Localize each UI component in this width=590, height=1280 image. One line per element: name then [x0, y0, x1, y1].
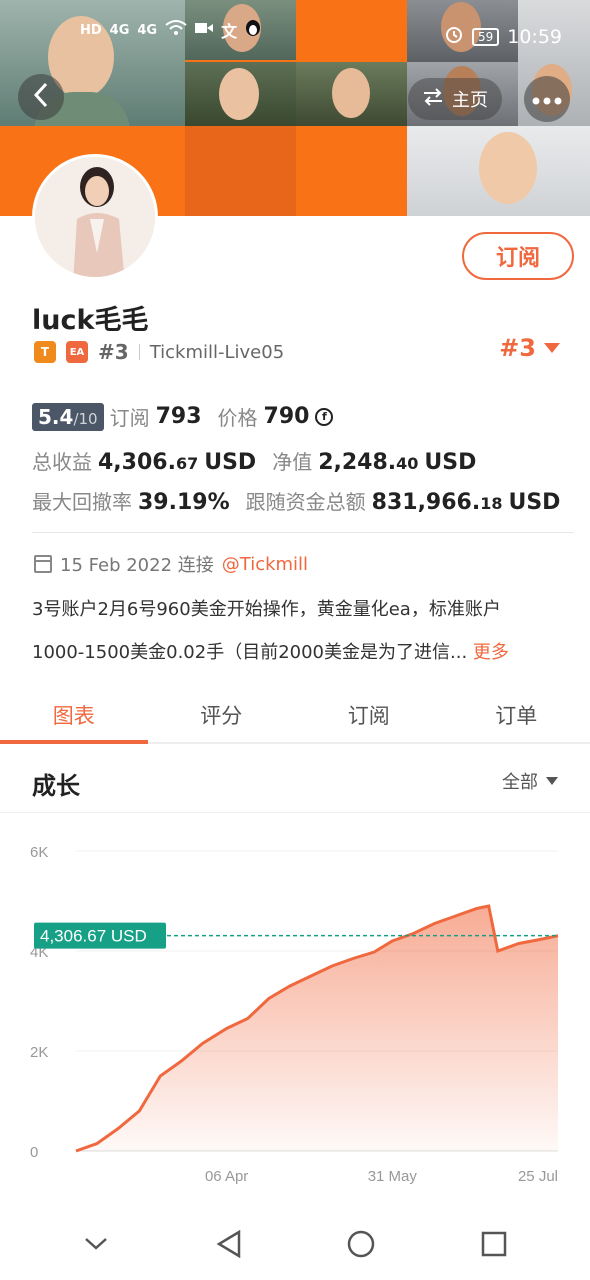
follow-funds-unit: USD: [508, 490, 561, 515]
server-name: Tickmill-Live05: [149, 341, 285, 363]
description-line-2: 1000-1500美金0.02手（目前2000美金是为了进信... 更多: [32, 631, 572, 674]
price-label: 价格: [217, 406, 258, 430]
status-icons: HD 4G 4G 文: [80, 18, 261, 42]
divider: [138, 344, 140, 360]
signal-icon: 4G: [137, 22, 158, 38]
divider: [32, 532, 574, 533]
range-filter-label: 全部: [502, 772, 538, 793]
tab-orders[interactable]: 订单: [443, 688, 590, 742]
follow-funds-int: 831,966.: [371, 490, 481, 515]
score-value: 5.4: [38, 404, 74, 429]
y-tick-label: 6K: [30, 844, 48, 861]
x-tick-label: 06 Apr: [205, 1168, 248, 1185]
follow-funds-dec: 18: [480, 494, 503, 513]
back-button[interactable]: [18, 74, 64, 120]
avatar-portrait: [35, 157, 155, 277]
more-dots-icon: [532, 90, 562, 109]
subscribe-button[interactable]: 订阅: [462, 232, 574, 280]
current-value-tag: 4,306.67 USD: [34, 922, 166, 949]
stats-row-1: 5.4 /10 订阅 793 价格 790 f: [32, 402, 334, 431]
price-value: 790: [263, 404, 310, 429]
more-link[interactable]: 更多: [473, 642, 509, 663]
username: luck毛毛: [32, 305, 149, 336]
home-circle-icon: [348, 1230, 375, 1258]
battery-indicator: 59: [471, 27, 500, 46]
recents-square-icon: [481, 1231, 506, 1257]
equity-unit: USD: [424, 450, 477, 475]
alarm-icon: [444, 24, 464, 49]
y-tick-label: 0: [30, 1144, 38, 1161]
equity-label: 净值: [272, 450, 313, 474]
follow-funds-label: 跟随资金总额: [245, 490, 366, 514]
home-button[interactable]: 主页: [408, 78, 502, 120]
broker-link[interactable]: @Tickmill: [222, 554, 308, 575]
subs-label: 订阅: [109, 406, 150, 430]
back-triangle-icon: [216, 1229, 240, 1259]
subs-value: 793: [155, 404, 202, 429]
nav-recents-button[interactable]: [474, 1224, 514, 1264]
description-line: 1000-1500美金0.02手（目前2000美金是为了进信...: [32, 642, 468, 663]
badge-t[interactable]: T: [34, 341, 56, 363]
range-filter[interactable]: 全部: [502, 768, 558, 794]
nav-home-button[interactable]: [341, 1224, 381, 1264]
total-profit-int: 4,306.: [98, 450, 176, 475]
score-badge: 5.4 /10: [32, 402, 104, 431]
total-profit-dec: 67: [175, 454, 199, 473]
chevron-down-icon: [85, 1238, 108, 1250]
rank-value: #3: [499, 334, 536, 362]
coin-icon: f: [315, 407, 334, 426]
wifi-icon: [165, 20, 187, 40]
connected-since: 15 Feb 2022 连接 @Tickmill: [34, 551, 308, 577]
stats-row-2: 总收益 4,306. 67 USD 净值 2,248. 40 USD: [32, 446, 476, 475]
total-profit-unit: USD: [204, 450, 257, 475]
swap-icon: [422, 87, 444, 111]
caret-down-icon: [546, 777, 558, 785]
growth-title: 成长: [32, 772, 80, 800]
total-profit-label: 总收益: [32, 450, 92, 474]
x-tick-label: 25 Jul: [518, 1168, 558, 1185]
tab-subscriptions[interactable]: 订阅: [295, 688, 443, 742]
connected-date: 15 Feb 2022 连接: [60, 555, 214, 576]
growth-chart[interactable]: 6K 4K 2K 0 06 Apr 31 May 25 Jul 4,306.67 USD: [0, 812, 590, 1202]
drawdown-label: 最大回撤率: [32, 490, 132, 514]
score-max: /10: [73, 409, 98, 428]
y-tick-label: 2K: [30, 1044, 48, 1061]
rank-small: #3: [98, 340, 129, 364]
more-options-button[interactable]: [524, 76, 570, 122]
translate-icon: 文: [221, 22, 238, 41]
drawdown-value: 39.19%: [138, 490, 230, 515]
tab-chart[interactable]: 图表: [0, 688, 148, 744]
strategy-description: 3号账户2月6号960美金开始操作，黄金量化ea，标准账户 1000-1500美…: [32, 588, 572, 674]
home-label: 主页: [452, 90, 488, 111]
status-bar: HD 4G 4G 文 59 10:59: [0, 0, 590, 72]
hd-icon: HD: [80, 22, 102, 38]
equity-int: 2,248.: [318, 450, 397, 475]
tab-rating[interactable]: 评分: [148, 688, 296, 742]
system-nav-bar: [0, 1208, 590, 1280]
rank-dropdown[interactable]: #3: [499, 334, 560, 362]
avatar[interactable]: [32, 154, 158, 280]
tab-bar: 图表 评分 订阅 订单: [0, 688, 590, 744]
description-line: 3号账户2月6号960美金开始操作，黄金量化ea，标准账户: [32, 599, 501, 620]
stats-row-3: 最大回撤率 39.19% 跟随资金总额 831,966. 18 USD: [32, 486, 560, 515]
video-icon: [195, 22, 214, 38]
current-value-label: 4,306.67 USD: [40, 927, 147, 946]
chevron-left-icon: [33, 82, 49, 112]
nav-hide-button[interactable]: [76, 1224, 116, 1264]
x-tick-label: 31 May: [368, 1168, 418, 1185]
badge-ea[interactable]: EA: [66, 341, 88, 363]
penguin-icon: [245, 19, 261, 41]
calendar-icon: [34, 555, 52, 573]
signal-icon: 4G: [109, 22, 130, 38]
nav-back-button[interactable]: [209, 1224, 249, 1264]
caret-down-icon: [544, 343, 560, 353]
status-right: 59 10:59: [444, 24, 562, 49]
clock: 10:59: [507, 25, 562, 48]
badge-row: T EA #3 Tickmill-Live05: [34, 340, 284, 364]
equity-dec: 40: [396, 454, 419, 473]
growth-chart-svg: 6K4K2K0 06 Apr 31 May 25 Jul 4,306.67 USD: [30, 844, 559, 1185]
